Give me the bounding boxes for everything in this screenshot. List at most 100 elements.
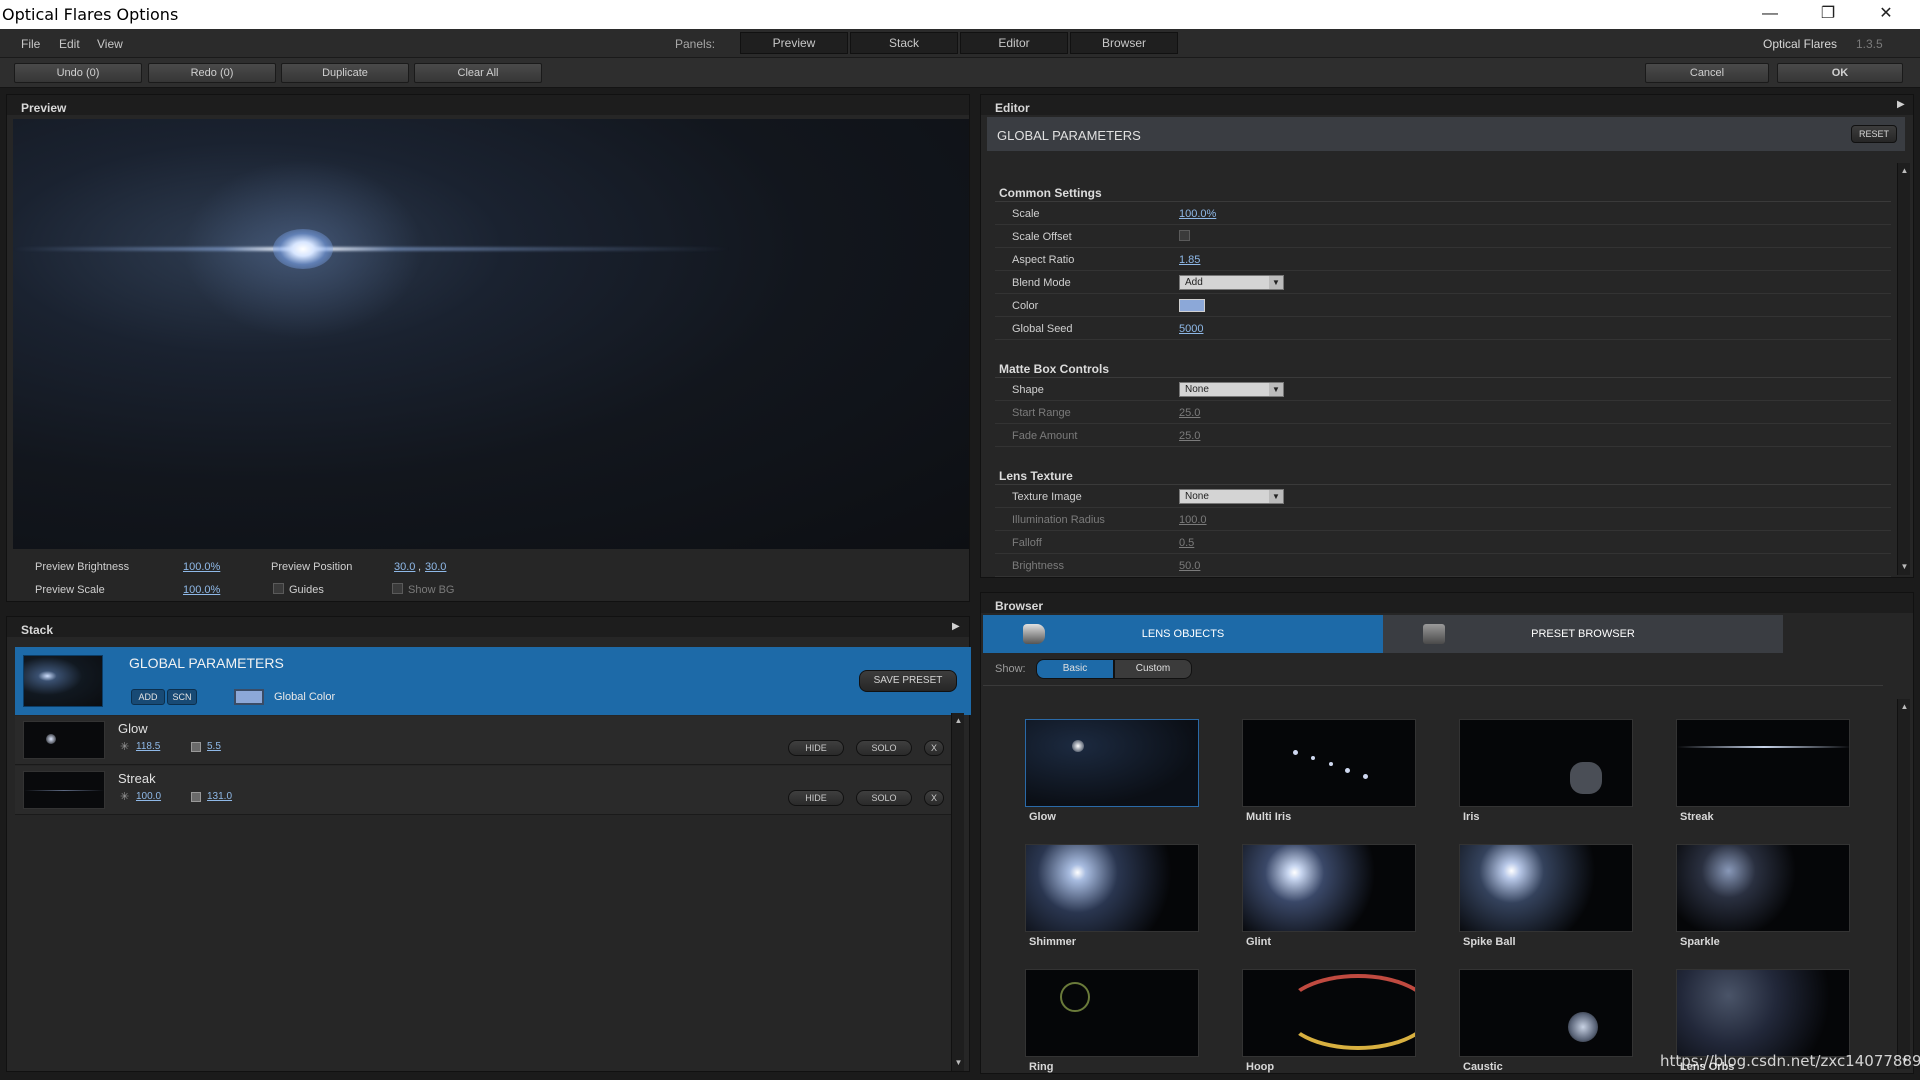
solo-button[interactable]: SOLO <box>856 790 912 806</box>
preview-position-y[interactable]: 30.0 <box>425 561 446 573</box>
browser-item-multi-iris[interactable] <box>1242 719 1416 807</box>
cancel-button[interactable]: Cancel <box>1645 63 1769 83</box>
brightness-icon: ✳ <box>120 741 130 753</box>
global-parameters-row[interactable]: GLOBAL PARAMETERS ADD SCN Global Color S… <box>15 647 971 715</box>
scroll-down-icon[interactable]: ▼ <box>1899 561 1910 572</box>
global-color-swatch[interactable] <box>234 689 264 705</box>
layer-name: Glow <box>118 721 148 736</box>
section-matte-box: Matte Box Controls <box>999 362 1110 376</box>
prop-value[interactable]: 100.0% <box>1179 208 1216 220</box>
browser-item-sparkle[interactable] <box>1676 844 1850 932</box>
layer-brightness[interactable]: 118.5 <box>136 741 160 752</box>
stack-expand-icon[interactable]: ▶ <box>952 621 960 632</box>
prop-aspect-ratio: Aspect Ratio 1.85 <box>995 248 1891 271</box>
tab-preset-browser[interactable]: PRESET BROWSER <box>1383 615 1783 653</box>
version-label: 1.3.5 <box>1856 37 1883 51</box>
editor-scrollbar[interactable]: ▲ ▼ <box>1897 163 1910 575</box>
browser-item-glint[interactable] <box>1242 844 1416 932</box>
panel-tab-stack[interactable]: Stack <box>850 32 958 54</box>
browser-item-ring[interactable] <box>1025 969 1199 1057</box>
browser-title: Browser <box>981 593 1913 613</box>
browser-item-label: Glint <box>1246 936 1272 948</box>
scroll-up-icon[interactable]: ▲ <box>1899 165 1910 176</box>
panel-tab-editor[interactable]: Editor <box>960 32 1068 54</box>
remove-layer-button[interactable]: X <box>924 740 944 756</box>
show-custom-toggle[interactable]: Custom <box>1114 659 1192 679</box>
prop-value: 0.5 <box>1179 537 1195 549</box>
preview-title: Preview <box>7 95 969 115</box>
menu-bar: File Edit View Panels: Preview Stack Edi… <box>0 29 1920 58</box>
browser-item-glow[interactable] <box>1025 719 1199 807</box>
preview-viewport[interactable] <box>13 119 969 549</box>
guides-checkbox[interactable] <box>273 583 284 594</box>
preview-brightness-value[interactable]: 100.0% <box>183 561 220 573</box>
save-preset-button[interactable]: SAVE PRESET <box>859 670 957 692</box>
preview-position-label: Preview Position <box>271 561 353 573</box>
layer-row-streak[interactable]: Streak ✳ 100.0 131.0 HIDE SOLO X <box>15 766 959 815</box>
browser-item-lens-orbs[interactable] <box>1676 969 1850 1057</box>
editor-expand-icon[interactable]: ▶ <box>1897 99 1905 110</box>
show-bg-checkbox[interactable] <box>392 583 403 594</box>
show-bg-label: Show BG <box>408 584 455 596</box>
scroll-up-icon[interactable]: ▲ <box>1899 701 1910 712</box>
remove-layer-button[interactable]: X <box>924 790 944 806</box>
solo-button[interactable]: SOLO <box>856 740 912 756</box>
shape-dropdown[interactable]: None ▼ <box>1179 382 1284 397</box>
panel-tab-preview[interactable]: Preview <box>740 32 848 54</box>
scroll-down-icon[interactable]: ▼ <box>953 1057 964 1068</box>
panels-label: Panels: <box>675 37 716 51</box>
scn-button[interactable]: SCN <box>167 689 197 705</box>
section-lens-texture: Lens Texture <box>999 469 1073 483</box>
layer-row-glow[interactable]: Glow ✳ 118.5 5.5 HIDE SOLO X <box>15 716 959 765</box>
blend-mode-dropdown[interactable]: Add ▼ <box>1179 275 1284 290</box>
restore-button[interactable]: ❐ <box>1800 0 1856 29</box>
preview-scale-value[interactable]: 100.0% <box>183 584 220 596</box>
ok-button[interactable]: OK <box>1777 63 1903 83</box>
hide-button[interactable]: HIDE <box>788 740 844 756</box>
browser-item-shimmer[interactable] <box>1025 844 1199 932</box>
browser-item-iris[interactable] <box>1459 719 1633 807</box>
menu-file[interactable]: File <box>21 37 40 51</box>
browser-item-caustic[interactable] <box>1459 969 1633 1057</box>
global-title: GLOBAL PARAMETERS <box>129 655 284 671</box>
menu-view[interactable]: View <box>97 37 123 51</box>
prop-value[interactable]: 1.85 <box>1179 254 1200 266</box>
browser-scrollbar[interactable]: ▲ ▼ <box>1897 699 1910 1069</box>
clear-all-button[interactable]: Clear All <box>414 63 542 83</box>
layer-name: Streak <box>118 771 156 786</box>
prop-scale-offset: Scale Offset <box>995 225 1891 248</box>
show-basic-toggle[interactable]: Basic <box>1036 659 1114 679</box>
add-button[interactable]: ADD <box>131 689 165 705</box>
color-swatch[interactable] <box>1179 299 1205 312</box>
redo-button[interactable]: Redo (0) <box>148 63 276 83</box>
layer-brightness[interactable]: 100.0 <box>136 791 161 802</box>
browser-item-streak[interactable] <box>1676 719 1850 807</box>
chevron-down-icon: ▼ <box>1269 383 1283 396</box>
scroll-up-icon[interactable]: ▲ <box>953 715 964 726</box>
browser-item-label: Caustic <box>1463 1061 1503 1073</box>
browser-item-spike-ball[interactable] <box>1459 844 1633 932</box>
texture-image-dropdown[interactable]: None ▼ <box>1179 489 1284 504</box>
prop-start-range: Start Range 25.0 <box>995 401 1891 424</box>
browser-item-label: Glow <box>1029 811 1056 823</box>
editor-panel: Editor ▶ GLOBAL PARAMETERS RESET Common … <box>980 94 1914 578</box>
hide-button[interactable]: HIDE <box>788 790 844 806</box>
prop-illumination-radius: Illumination Radius 100.0 <box>995 508 1891 531</box>
stack-scrollbar[interactable]: ▲ ▼ <box>951 713 964 1071</box>
scale-offset-checkbox[interactable] <box>1179 230 1190 241</box>
prop-scale: Scale 100.0% <box>995 202 1891 225</box>
browser-item-hoop[interactable] <box>1242 969 1416 1057</box>
prop-label: Shape <box>1012 384 1044 396</box>
layer-scale[interactable]: 131.0 <box>207 791 232 802</box>
panel-tab-browser[interactable]: Browser <box>1070 32 1178 54</box>
menu-edit[interactable]: Edit <box>59 37 80 51</box>
undo-button[interactable]: Undo (0) <box>14 63 142 83</box>
preview-position-x[interactable]: 30.0 <box>394 561 415 573</box>
prop-value[interactable]: 5000 <box>1179 323 1203 335</box>
layer-scale[interactable]: 5.5 <box>207 741 221 752</box>
reset-button[interactable]: RESET <box>1851 125 1897 143</box>
tab-lens-objects[interactable]: LENS OBJECTS <box>983 615 1383 653</box>
close-button[interactable]: ✕ <box>1858 0 1914 29</box>
duplicate-button[interactable]: Duplicate <box>281 63 409 83</box>
minimize-button[interactable]: — <box>1742 0 1798 29</box>
